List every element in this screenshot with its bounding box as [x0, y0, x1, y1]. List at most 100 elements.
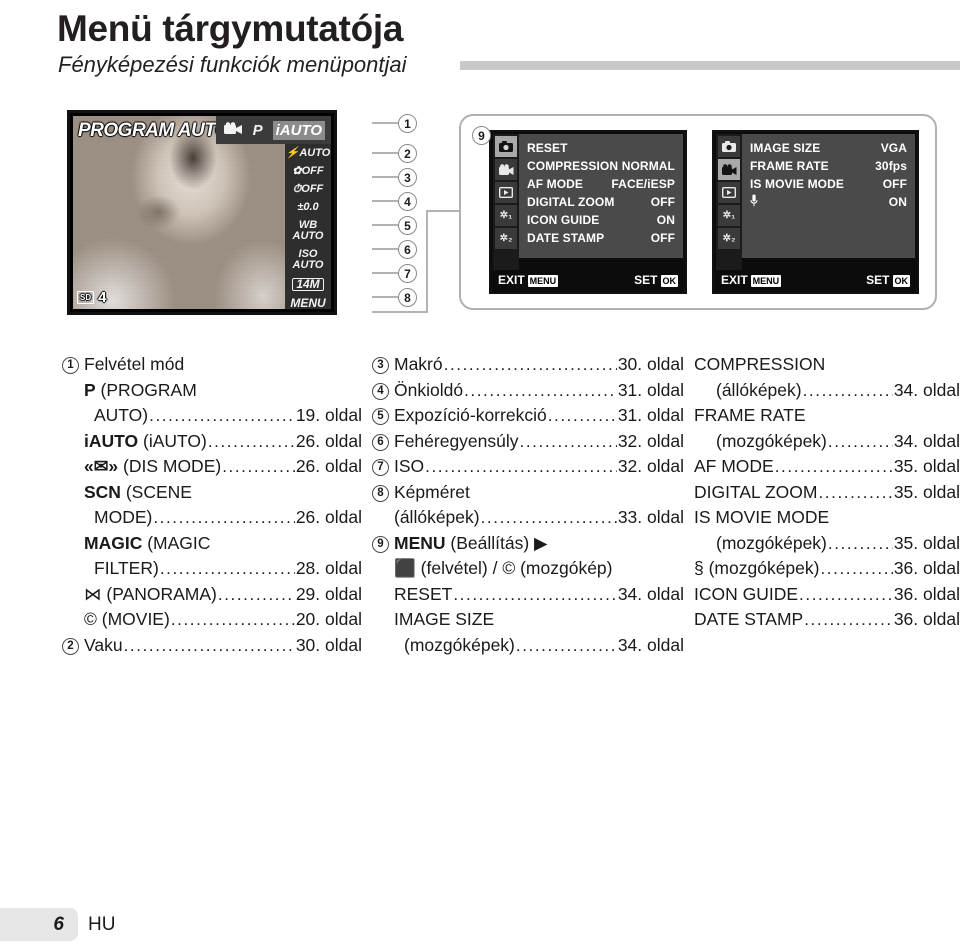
- index-entry: iAUTO (iAUTO)...........................…: [62, 429, 362, 455]
- index-entry-label: ISO: [394, 456, 425, 476]
- callout-2: 2: [398, 144, 417, 163]
- program-p-icon: P: [252, 121, 263, 139]
- index-entry: 6 Fehéregyensúly.........................…: [372, 429, 684, 455]
- index-entry-dots: ........................................…: [480, 508, 617, 527]
- tab-settings-1-icon[interactable]: ✲₁: [718, 205, 740, 226]
- index-entry: P (PROGRAM: [62, 378, 362, 404]
- tab-settings-2-icon[interactable]: ✲₂: [495, 228, 517, 249]
- index-entry-label: RESET: [394, 583, 453, 604]
- menu-row[interactable]: COMPRESSION NORMAL: [527, 157, 675, 175]
- index-entry-page: 36. oldal: [893, 609, 960, 629]
- index-entry: 2 Vaku...................................…: [62, 633, 362, 659]
- index-entry-dots: ........................................…: [804, 610, 893, 629]
- set-hint[interactable]: SET OK: [634, 273, 678, 287]
- index-entry-label: Önkioldó: [394, 379, 464, 400]
- menu-row[interactable]: FRAME RATE 30fps: [750, 157, 907, 175]
- menu-row-label: COMPRESSION: [527, 159, 619, 173]
- index-entry-dots: ........................................…: [827, 533, 893, 553]
- menu-row-value: OFF: [882, 177, 907, 191]
- menu-row-value: OFF: [650, 231, 675, 245]
- exit-hint[interactable]: EXIT MENU: [721, 273, 782, 287]
- index-entry-page: 31. oldal: [617, 379, 684, 400]
- movie-menu-screen[interactable]: ✲₁ ✲₂ IMAGE SIZE VGA FRAME RATE 30fps IS…: [712, 130, 919, 294]
- index-entry-page: 26. oldal: [295, 430, 362, 451]
- index-entry-page: 34. oldal: [893, 379, 960, 400]
- index-column-1: 1 Felvétel mód P (PROGRAM AUTO)............…: [62, 352, 362, 658]
- menu-row[interactable]: AF MODE FACE/iESP: [527, 175, 675, 193]
- index-entry: AF MODE.................................…: [694, 454, 960, 480]
- index-entry-page: 29. oldal: [295, 583, 362, 604]
- menu-row[interactable]: RESET: [527, 139, 675, 157]
- tab-camera-icon[interactable]: [495, 136, 517, 157]
- shooting-menu-footer: EXIT MENU SET OK: [493, 270, 683, 290]
- index-entry-label: P (PROGRAM: [84, 379, 197, 400]
- menu-row[interactable]: DATE STAMP OFF: [527, 229, 675, 247]
- index-entry-label: SCN (SCENE: [84, 481, 192, 502]
- index-entry-label: ICON GUIDE: [694, 583, 799, 604]
- iauto-icon: iAUTO: [272, 120, 325, 140]
- callout-3: 3: [398, 168, 417, 187]
- menu-row[interactable]: IS MOVIE MODE OFF: [750, 175, 907, 193]
- index-entry-page: 32. oldal: [617, 456, 684, 476]
- index-entry: DATE STAMP..............................…: [694, 607, 960, 633]
- tab-movie-icon[interactable]: [495, 159, 517, 180]
- index-entry-dots: ........................................…: [799, 584, 893, 604]
- menu-row[interactable]: ON: [750, 193, 907, 211]
- menu-row-label: IS MOVIE MODE: [750, 177, 844, 191]
- exit-hint[interactable]: EXIT MENU: [498, 273, 559, 287]
- menu-row-label: RESET: [527, 141, 568, 155]
- white-balance-value: WB AUTO: [292, 219, 324, 242]
- menu-row[interactable]: ICON GUIDE ON: [527, 211, 675, 229]
- index-entry-page: 36. oldal: [893, 558, 960, 578]
- menu-row[interactable]: IMAGE SIZE VGA: [750, 139, 907, 157]
- index-entry-dots: ........................................…: [123, 635, 295, 655]
- lcd-card-info: SD 4: [77, 289, 106, 306]
- index-entry: (állóképek).............................…: [372, 505, 684, 531]
- macro-off-icon: ✿OFF: [292, 165, 324, 177]
- menu-row-value: OFF: [650, 195, 675, 209]
- index-entry-label: iAUTO (iAUTO): [84, 430, 207, 451]
- shooting-menu-screen[interactable]: ✲₁ ✲₂ RESET COMPRESSION NORMAL AF MODE F…: [489, 130, 687, 294]
- index-entry-label: ⬛ (felvétel) / © (mozgókép): [394, 558, 613, 578]
- index-entry: © (MOVIE)...............................…: [62, 607, 362, 633]
- photo-grain: [73, 116, 305, 309]
- tab-playback-icon[interactable]: [495, 182, 517, 203]
- index-entry-dots: ........................................…: [153, 508, 295, 527]
- index-entry: (mozgóképek)............................…: [372, 633, 684, 659]
- callout-1: 1: [398, 114, 417, 133]
- index-entry-label: «✉» (DIS MODE): [84, 456, 222, 476]
- index-entry-label: AUTO): [94, 405, 149, 425]
- index-entry-label: (mozgóképek): [716, 532, 827, 553]
- flash-auto-icon: ⚡AUTO: [285, 147, 331, 159]
- index-entry: § (mozgóképek)..........................…: [694, 556, 960, 582]
- selftimer-off-icon: ⏱OFF: [292, 183, 324, 195]
- index-entry-dots: ........................................…: [464, 380, 617, 400]
- index-entry-dots: ........................................…: [547, 406, 617, 425]
- index-entry-label: Makró: [394, 354, 443, 374]
- index-entry: ⋈ (PANORAMA)............................…: [62, 582, 362, 608]
- index-entry-label: (mozgóképek): [404, 634, 515, 655]
- tab-playback-icon[interactable]: [718, 182, 740, 203]
- index-entry: IMAGE SIZE: [372, 607, 684, 633]
- menu-row-label: DATE STAMP: [527, 231, 605, 245]
- menu-row-value: ON: [656, 213, 675, 227]
- index-entry-dots: ........................................…: [222, 457, 295, 476]
- index-entry-dots: ........................................…: [443, 355, 617, 374]
- menu-row-value: ON: [888, 195, 907, 209]
- callout-6: 6: [398, 240, 417, 259]
- menu-row-label: IMAGE SIZE: [750, 141, 821, 155]
- tab-camera-icon[interactable]: [718, 136, 740, 157]
- index-entry-page: 31. oldal: [617, 405, 684, 425]
- tab-settings-2-icon[interactable]: ✲₂: [718, 228, 740, 249]
- index-entry-dots: ........................................…: [820, 559, 892, 578]
- menu-row[interactable]: DIGITAL ZOOM OFF: [527, 193, 675, 211]
- index-entry: SCN (SCENE: [62, 480, 362, 506]
- tab-movie-icon[interactable]: [718, 159, 740, 180]
- menu-row-label: DIGITAL ZOOM: [527, 195, 615, 209]
- index-entry: RESET...................................…: [372, 582, 684, 608]
- sample-photo: [73, 116, 305, 309]
- index-entry-page: 30. oldal: [617, 354, 684, 374]
- callout-number-column: 1 2 3 4 5 6 7 8: [398, 110, 422, 315]
- tab-settings-1-icon[interactable]: ✲₁: [495, 205, 517, 226]
- set-hint[interactable]: SET OK: [866, 273, 910, 287]
